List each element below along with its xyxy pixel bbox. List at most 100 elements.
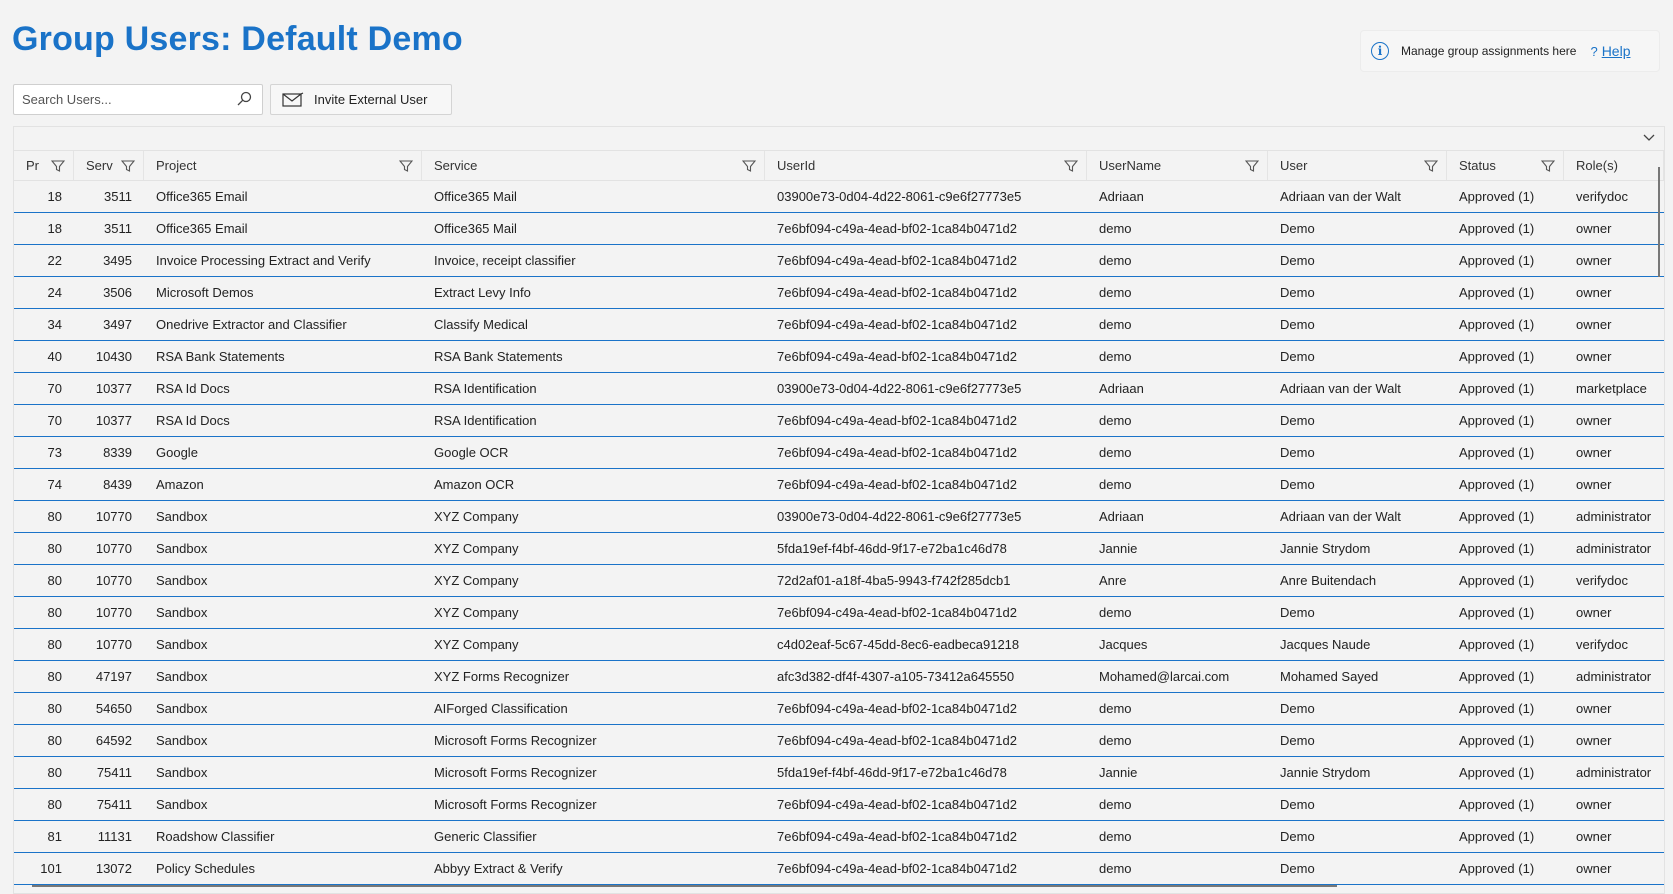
help-link[interactable]: Help	[1602, 43, 1631, 59]
cell-project: Sandbox	[156, 733, 208, 748]
cell-user-name: Jacques	[1099, 637, 1148, 652]
cell-user-id: 7e6bf094-c49a-4ead-bf02-1ca84b0471d2	[777, 317, 1017, 332]
cell-project: Sandbox	[156, 509, 208, 524]
cell-project: Sandbox	[156, 765, 208, 780]
cell-user-id: 7e6bf094-c49a-4ead-bf02-1ca84b0471d2	[777, 445, 1017, 460]
table-row[interactable]: 70 10377 RSA Id Docs RSA Identification 7e6b…	[14, 405, 1664, 437]
cell-project: Sandbox	[156, 573, 208, 588]
table-row[interactable]: 80 75411 Sandbox Microsoft Forms Recognizer…	[14, 757, 1664, 789]
cell-project-id: 73	[47, 445, 62, 460]
cell-user-name: Anre	[1099, 573, 1127, 588]
filter-icon[interactable]	[50, 159, 66, 173]
table-row[interactable]: 80 64592 Sandbox Microsoft Forms Recognizer…	[14, 725, 1664, 757]
chevron-down-icon[interactable]	[1642, 131, 1656, 145]
filter-icon[interactable]	[1063, 159, 1079, 173]
cell-user: Demo	[1280, 349, 1315, 364]
cell-project-id: 70	[47, 413, 62, 428]
column-header-user[interactable]: User	[1268, 151, 1447, 180]
cell-project-id: 74	[47, 477, 62, 492]
table-row[interactable]: 80 54650 Sandbox AIForged Classification 7e6…	[14, 693, 1664, 725]
cell-service: XYZ Forms Recognizer	[434, 669, 570, 684]
cell-roles: verifydoc	[1576, 189, 1629, 204]
table-row[interactable]: 80 10770 Sandbox XYZ Company 7e6bf094-c49a-4…	[14, 597, 1664, 629]
filter-icon[interactable]	[1540, 159, 1556, 173]
cell-project-id: 80	[47, 541, 62, 556]
invite-external-user-button[interactable]: Invite External User	[270, 84, 452, 115]
vertical-scrollbar[interactable]	[1658, 167, 1660, 277]
cell-service: Abbyy Extract & Verify	[434, 861, 563, 876]
cell-user: Demo	[1280, 285, 1315, 300]
cell-project-id: 80	[47, 797, 62, 812]
filter-icon[interactable]	[398, 159, 414, 173]
cell-service: Extract Levy Info	[434, 285, 531, 300]
cell-status: Approved (1)	[1459, 381, 1535, 396]
grid-topbar	[14, 127, 1664, 151]
cell-project-id: 101	[40, 861, 62, 876]
cell-project-id: 80	[47, 733, 62, 748]
table-row[interactable]: 22 3495 Invoice Processing Extract and Ver…	[14, 245, 1664, 277]
cell-user: Anre Buitendach	[1280, 573, 1377, 588]
table-row[interactable]: 101 13072 Policy Schedules Abbyy Extract & …	[14, 853, 1664, 885]
cell-project: Office365 Email	[156, 221, 248, 236]
cell-service-id: 64592	[95, 733, 132, 748]
table-row[interactable]: 70 10377 RSA Id Docs RSA Identification 0390…	[14, 373, 1664, 405]
cell-service-id: 10377	[95, 381, 132, 396]
cell-service-id: 10770	[95, 509, 132, 524]
filter-icon[interactable]	[1423, 159, 1439, 173]
cell-service: AIForged Classification	[434, 701, 568, 716]
page-title: Group Users: Default Demo	[12, 20, 463, 58]
table-row[interactable]: 80 10770 Sandbox XYZ Company 03900e73-0d04-4…	[14, 501, 1664, 533]
table-row[interactable]: 80 75411 Sandbox Microsoft Forms Recognizer…	[14, 789, 1664, 821]
cell-project: Google	[156, 445, 198, 460]
table-row[interactable]: 74 8439 Amazon Amazon OCR 7e6bf094-c49a-4ead…	[14, 469, 1664, 501]
column-header-roles[interactable]: Role(s)	[1564, 151, 1664, 180]
search-icon[interactable]	[236, 91, 252, 107]
table-row[interactable]: 80 47197 Sandbox XYZ Forms Recognizer afc3d3…	[14, 661, 1664, 693]
column-header-status[interactable]: Status	[1447, 151, 1564, 180]
cell-user-id: afc3d382-df4f-4307-a105-73412a645550	[777, 669, 1015, 684]
cell-user-id: 7e6bf094-c49a-4ead-bf02-1ca84b0471d2	[777, 701, 1017, 716]
cell-project-id: 18	[47, 221, 62, 236]
filter-icon[interactable]	[120, 159, 136, 173]
cell-user-id: 7e6bf094-c49a-4ead-bf02-1ca84b0471d2	[777, 221, 1017, 236]
column-header-user-id[interactable]: UserId	[765, 151, 1087, 180]
cell-user: Adriaan van der Walt	[1280, 189, 1401, 204]
table-row[interactable]: 24 3506 Microsoft Demos Extract Levy Info 7e…	[14, 277, 1664, 309]
table-row[interactable]: 40 10430 RSA Bank Statements RSA Bank State…	[14, 341, 1664, 373]
info-panel: i Manage group assignments here ? Help	[1360, 30, 1660, 72]
column-header-user-name[interactable]: UserName	[1087, 151, 1268, 180]
cell-user-name: Jannie	[1099, 765, 1138, 780]
cell-user-id: 7e6bf094-c49a-4ead-bf02-1ca84b0471d2	[777, 253, 1017, 268]
table-row[interactable]: 80 10770 Sandbox XYZ Company c4d02eaf-5c67-4…	[14, 629, 1664, 661]
table-row[interactable]: 80 10770 Sandbox XYZ Company 5fda19ef-f4bf-4…	[14, 533, 1664, 565]
column-header-service-id[interactable]: Serv	[74, 151, 144, 180]
table-row[interactable]: 34 3497 Onedrive Extractor and Classifier C…	[14, 309, 1664, 341]
cell-status: Approved (1)	[1459, 445, 1535, 460]
table-row[interactable]: 18 3511 Office365 Email Office365 Mail 03900…	[14, 181, 1664, 213]
cell-user-id: 7e6bf094-c49a-4ead-bf02-1ca84b0471d2	[777, 797, 1017, 812]
table-row[interactable]: 18 3511 Office365 Email Office365 Mail 7e6bf…	[14, 213, 1664, 245]
column-header-project[interactable]: Project	[144, 151, 422, 180]
cell-roles: verifydoc	[1576, 573, 1629, 588]
column-header-project-id[interactable]: Pr	[14, 151, 74, 180]
table-row[interactable]: 80 10770 Sandbox XYZ Company 72d2af01-a18f-4…	[14, 565, 1664, 597]
table-row[interactable]: 73 8339 Google Google OCR 7e6bf094-c49a-4ead…	[14, 437, 1664, 469]
cell-service-id: 3511	[104, 221, 132, 236]
cell-user-id: 5fda19ef-f4bf-46dd-9f17-e72ba1c46d78	[777, 765, 1007, 780]
cell-service: XYZ Company	[434, 573, 519, 588]
cell-project: Sandbox	[156, 669, 208, 684]
cell-service-id: 47197	[95, 669, 132, 684]
cell-project: Amazon	[156, 477, 204, 492]
filter-icon[interactable]	[1244, 159, 1260, 173]
filter-icon[interactable]	[741, 159, 757, 173]
column-header-label: UserName	[1099, 158, 1162, 173]
mail-icon	[282, 91, 304, 107]
cell-project-id: 81	[47, 829, 62, 844]
table-row[interactable]: 81 11131 Roadshow Classifier Generic Classi…	[14, 821, 1664, 853]
cell-roles: owner	[1576, 445, 1612, 460]
search-input[interactable]	[14, 85, 224, 114]
column-header-service[interactable]: Service	[422, 151, 765, 180]
horizontal-scrollbar[interactable]	[32, 885, 1337, 887]
cell-roles: verifydoc	[1576, 637, 1629, 652]
column-header-label: UserId	[777, 158, 816, 173]
